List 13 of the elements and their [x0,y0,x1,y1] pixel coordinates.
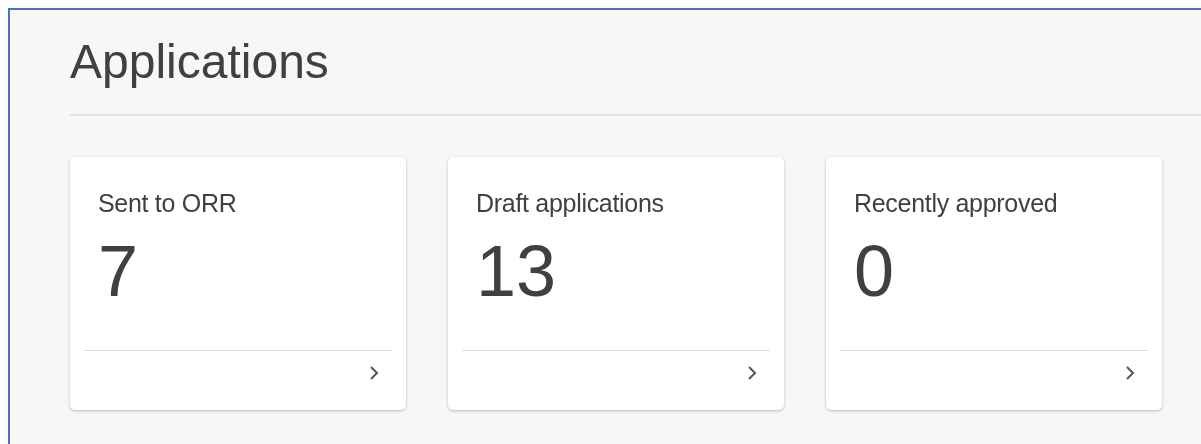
summary-card[interactable]: Sent to ORR 7 [70,157,406,410]
card-label: Sent to ORR [98,188,237,219]
card-count: 7 [98,231,139,311]
chevron-right-icon[interactable] [368,364,380,382]
card-count: 13 [476,231,557,311]
card-label: Recently approved [854,188,1058,219]
summary-card[interactable]: Recently approved 0 [826,157,1162,410]
card-label: Draft applications [476,188,664,219]
chevron-right-icon[interactable] [746,364,758,382]
summary-card[interactable]: Draft applications 13 [448,157,784,410]
card-count: 0 [854,231,895,311]
page-title: Applications [70,34,329,90]
chevron-right-icon[interactable] [1124,364,1136,382]
